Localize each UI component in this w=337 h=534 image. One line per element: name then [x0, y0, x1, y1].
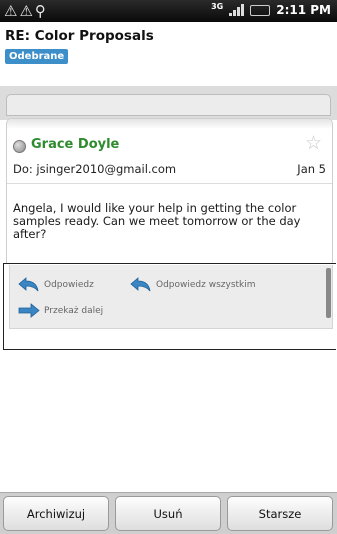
- network-type: 3G: [211, 1, 224, 11]
- forward-label: Przekaż dalej: [44, 305, 104, 316]
- recipient-line: Do: jsinger2010@gmail.com: [13, 162, 177, 176]
- message-card: Grace Doyle ☆ Do: jsinger2010@gmail.com …: [6, 118, 333, 272]
- divider: [7, 183, 332, 184]
- email-subject: RE: Color Proposals: [5, 28, 154, 44]
- email-header: RE: Color Proposals Odebrane: [0, 22, 337, 88]
- sender-name[interactable]: Grace Doyle: [31, 137, 119, 152]
- message-date: Jan 5: [297, 162, 326, 176]
- forward-button[interactable]: Przekaż dalej: [18, 303, 103, 318]
- message-actions: Odpowiedz Odpowiedz wszystkim Przekaż da…: [0, 263, 337, 350]
- battery-icon: [250, 4, 271, 16]
- reply-label: Odpowiedz: [44, 279, 94, 290]
- reply-all-arrow-icon: [130, 277, 151, 292]
- message-body: Angela, I would like your help in gettin…: [13, 201, 301, 241]
- reply-all-label: Odpowiedz wszystkim: [156, 279, 256, 290]
- notification-icons: ⚠⚠⚲: [4, 2, 48, 20]
- status-bar: ⚠⚠⚲ 3G 2:11 PM: [0, 0, 337, 22]
- presence-status-icon: [13, 140, 26, 153]
- clock: 2:11 PM: [276, 3, 331, 17]
- actions-panel: [9, 265, 333, 329]
- warning-icon: ⚠: [19, 2, 35, 20]
- older-button[interactable]: Starsze: [227, 496, 333, 531]
- card-top-strip: [7, 119, 332, 129]
- warning-icon: ⚠: [4, 2, 20, 20]
- scrollbar[interactable]: [326, 268, 331, 318]
- collapsed-thread-messages[interactable]: [0, 86, 337, 120]
- reply-arrow-icon: [18, 277, 39, 292]
- bottom-toolbar: Archiwizuj Usuń Starsze: [0, 492, 337, 534]
- usb-icon: ⚲: [34, 2, 48, 20]
- star-icon[interactable]: ☆: [305, 132, 322, 154]
- signal-icon: [229, 4, 245, 16]
- reply-button[interactable]: Odpowiedz: [18, 277, 94, 292]
- archive-button[interactable]: Archiwizuj: [3, 496, 109, 531]
- reply-all-button[interactable]: Odpowiedz wszystkim: [130, 277, 256, 292]
- collapsed-message[interactable]: [6, 94, 331, 116]
- folder-label-badge[interactable]: Odebrane: [5, 49, 69, 64]
- forward-arrow-icon: [18, 303, 40, 318]
- delete-button[interactable]: Usuń: [115, 496, 221, 531]
